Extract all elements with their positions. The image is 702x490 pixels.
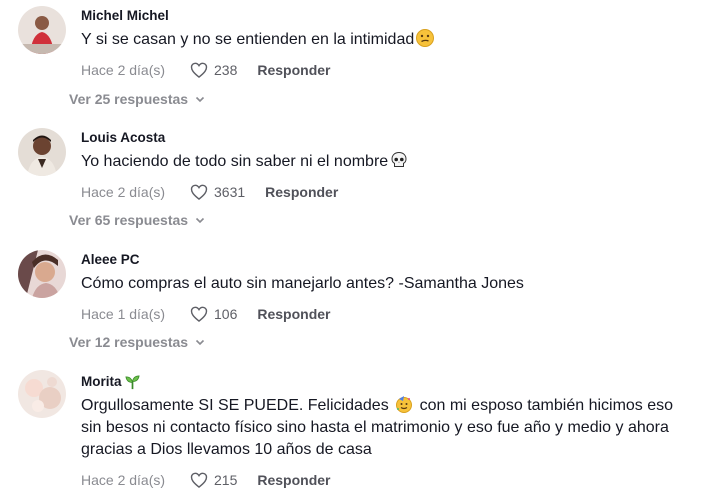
like-button[interactable]: 106 bbox=[189, 304, 237, 324]
avatar[interactable] bbox=[18, 6, 66, 54]
chevron-down-icon bbox=[196, 217, 205, 224]
comment-text: Cómo compras el auto sin manejarlo antes… bbox=[81, 275, 524, 292]
comment-text: Yo haciendo de todo sin saber ni el nomb… bbox=[81, 151, 694, 173]
skull-emoji bbox=[391, 151, 407, 167]
comment-text: Y si se casan y no se entienden en la in… bbox=[81, 29, 694, 51]
heart-icon bbox=[190, 62, 208, 78]
reply-button[interactable]: Responder bbox=[265, 184, 338, 200]
comment-text-content: Orgullosamente SI SE PUEDE. Felicidades bbox=[81, 397, 389, 414]
like-count: 215 bbox=[214, 472, 238, 488]
heart-icon bbox=[190, 184, 208, 200]
like-count: 106 bbox=[214, 306, 238, 322]
confused-face-emoji bbox=[416, 29, 435, 47]
reply-button[interactable]: Responder bbox=[257, 62, 330, 78]
comment-date: Hace 2 día(s) bbox=[81, 472, 166, 488]
avatar[interactable] bbox=[18, 370, 66, 418]
chevron-down-icon bbox=[196, 96, 205, 103]
view-replies-button[interactable]: Ver 12 respuestas bbox=[69, 334, 206, 350]
username[interactable]: Aleee PC bbox=[81, 251, 694, 269]
view-replies-label: Ver 65 respuestas bbox=[69, 212, 189, 228]
avatar[interactable] bbox=[18, 128, 66, 176]
username[interactable]: Morita bbox=[81, 373, 694, 391]
like-count: 3631 bbox=[214, 184, 246, 200]
comment-date: Hace 2 día(s) bbox=[81, 62, 166, 78]
chevron-down-icon bbox=[196, 339, 205, 346]
comment-date: Hace 2 día(s) bbox=[81, 184, 166, 200]
view-replies-label: Ver 12 respuestas bbox=[69, 334, 189, 350]
comment-date: Hace 1 día(s) bbox=[81, 306, 166, 322]
username-label: Morita bbox=[81, 374, 122, 389]
reply-button[interactable]: Responder bbox=[257, 306, 330, 322]
comment-text-content: Y si se casan y no se entienden en la in… bbox=[81, 31, 415, 48]
view-replies-button[interactable]: Ver 65 respuestas bbox=[69, 212, 206, 228]
heart-icon bbox=[190, 472, 208, 488]
like-button[interactable]: 215 bbox=[189, 470, 237, 490]
view-replies-button[interactable]: Ver 25 respuestas bbox=[69, 91, 206, 107]
seedling-emoji bbox=[124, 375, 140, 389]
username[interactable]: Louis Acosta bbox=[81, 129, 694, 147]
avatar[interactable] bbox=[18, 250, 66, 298]
like-button[interactable]: 238 bbox=[189, 60, 237, 80]
reply-button[interactable]: Responder bbox=[257, 472, 330, 488]
partying-face-emoji bbox=[396, 396, 413, 413]
like-count: 238 bbox=[214, 62, 238, 78]
view-replies-label: Ver 25 respuestas bbox=[69, 91, 189, 107]
heart-icon bbox=[190, 306, 208, 322]
username[interactable]: Michel Michel bbox=[81, 7, 694, 25]
comment-text-content: Yo haciendo de todo sin saber ni el nomb… bbox=[81, 153, 389, 170]
comment-text: Orgullosamente SI SE PUEDE. Felicidades … bbox=[81, 395, 693, 461]
like-button[interactable]: 3631 bbox=[189, 182, 245, 202]
